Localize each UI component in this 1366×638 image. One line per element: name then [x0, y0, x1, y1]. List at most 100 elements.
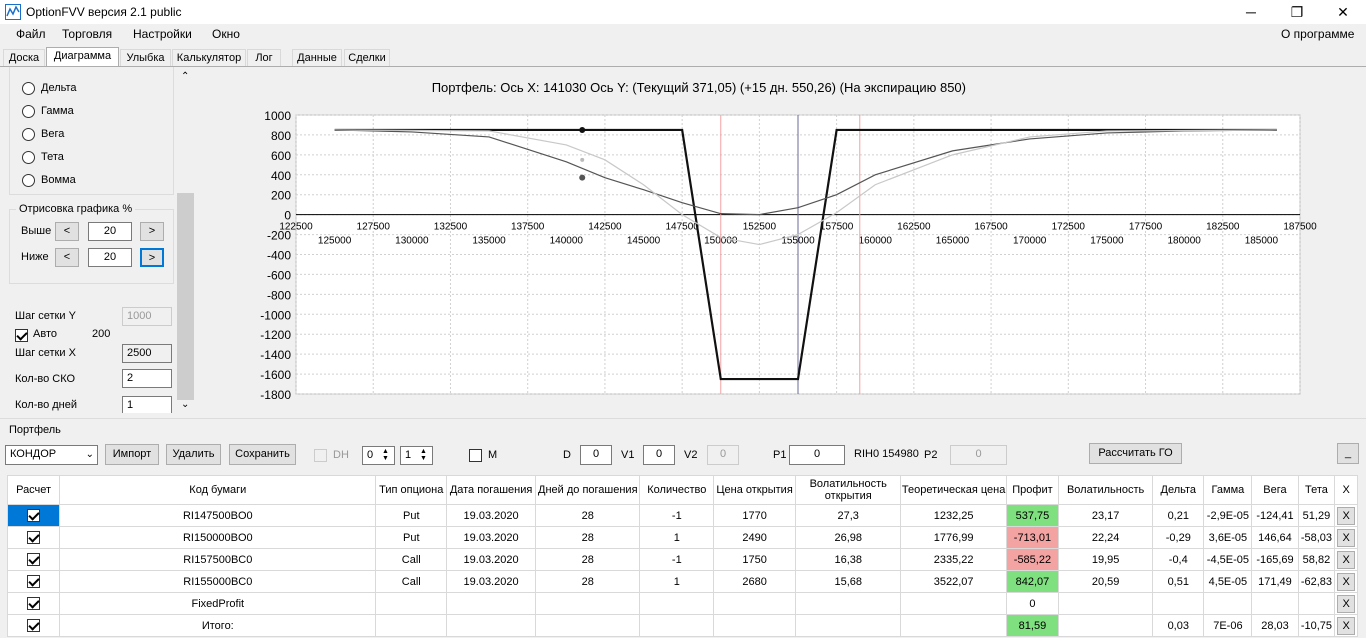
- qty-cell[interactable]: [639, 592, 715, 615]
- calculate-go-button[interactable]: Рассчитать ГО: [1089, 443, 1182, 464]
- tab-board[interactable]: Доска: [3, 49, 45, 67]
- days-cell[interactable]: 28: [535, 570, 641, 593]
- m-checkbox[interactable]: [469, 449, 482, 462]
- grid-y-input[interactable]: 1000: [122, 307, 172, 326]
- minimize-button[interactable]: ─: [1228, 0, 1274, 24]
- theo-cell[interactable]: 1776,99: [900, 526, 1007, 549]
- theta-cell[interactable]: -10,75: [1297, 614, 1336, 637]
- collapse-button[interactable]: _: [1337, 443, 1359, 464]
- radio-circle[interactable]: [22, 82, 35, 95]
- spin2-input[interactable]: 1: [400, 446, 433, 465]
- delta-cell[interactable]: 0,51: [1152, 570, 1205, 593]
- theo-cell[interactable]: [900, 614, 1007, 637]
- qty-cell[interactable]: 1: [639, 570, 715, 593]
- vega-cell[interactable]: -165,69: [1251, 548, 1299, 571]
- radio-circle[interactable]: [22, 151, 35, 164]
- vol-open-cell[interactable]: 27,3: [795, 504, 902, 527]
- price-cell[interactable]: [713, 592, 797, 615]
- col-header[interactable]: Тип опциона: [375, 475, 448, 505]
- delta-cell[interactable]: [1152, 592, 1205, 615]
- profit-cell[interactable]: 81,59: [1005, 614, 1060, 637]
- col-header[interactable]: Расчет: [6, 475, 61, 505]
- date-cell[interactable]: [446, 614, 537, 637]
- col-header[interactable]: X: [1334, 475, 1358, 505]
- close-button[interactable]: ✕: [1320, 0, 1366, 24]
- theta-cell[interactable]: -62,83: [1297, 570, 1336, 593]
- gamma-cell[interactable]: 3,6E-05: [1203, 526, 1253, 549]
- scroll-down-icon[interactable]: ⌄: [181, 399, 189, 410]
- date-cell[interactable]: 19.03.2020: [446, 504, 537, 527]
- remove-row-button[interactable]: X: [1337, 506, 1356, 525]
- table-row[interactable]: RI147500BO0 Put 19.03.2020 28 -1 1770 27,3 1232…: [6, 504, 1358, 527]
- above-decrease-button[interactable]: <: [55, 222, 79, 241]
- spin-updown-icon[interactable]: ▲ ▼: [382, 448, 389, 462]
- vega-cell[interactable]: -124,41: [1251, 504, 1299, 527]
- d-input[interactable]: 0: [580, 445, 612, 465]
- type-cell[interactable]: Call: [375, 570, 448, 593]
- price-cell[interactable]: [713, 614, 797, 637]
- calc-checkbox[interactable]: [27, 553, 41, 566]
- theta-cell[interactable]: 58,82: [1297, 548, 1336, 571]
- below-decrease-button[interactable]: <: [55, 248, 79, 267]
- theo-cell[interactable]: [900, 592, 1007, 615]
- col-header[interactable]: Количество: [639, 475, 715, 505]
- days-cell[interactable]: 28: [535, 548, 641, 571]
- table-row[interactable]: FixedProfit 0 X: [6, 592, 1358, 615]
- remove-row-button[interactable]: X: [1337, 550, 1356, 569]
- profit-cell[interactable]: 842,07: [1005, 570, 1060, 593]
- below-increase-button[interactable]: >: [140, 248, 164, 267]
- code-cell[interactable]: RI147500BO0: [59, 504, 377, 527]
- above-increase-button[interactable]: >: [140, 222, 164, 241]
- remove-row-button[interactable]: X: [1337, 616, 1356, 635]
- type-cell[interactable]: Call: [375, 548, 448, 571]
- v1-input[interactable]: 0: [643, 445, 675, 465]
- calc-checkbox-cell[interactable]: [6, 504, 61, 527]
- tab-deals[interactable]: Сделки: [344, 49, 390, 67]
- vol-cell[interactable]: 22,24: [1058, 526, 1154, 549]
- date-cell[interactable]: 19.03.2020: [446, 526, 537, 549]
- vol-cell[interactable]: 23,17: [1058, 504, 1154, 527]
- col-header[interactable]: Профит: [1005, 475, 1060, 505]
- vol-open-cell[interactable]: [795, 592, 902, 615]
- menu-file[interactable]: Файл: [16, 27, 46, 41]
- radio-circle[interactable]: [22, 128, 35, 141]
- import-button[interactable]: Импорт: [105, 444, 159, 465]
- code-cell[interactable]: FixedProfit: [59, 592, 377, 615]
- theta-cell[interactable]: 51,29: [1297, 504, 1336, 527]
- theta-cell[interactable]: [1297, 592, 1336, 615]
- calc-checkbox[interactable]: [27, 597, 41, 610]
- days-cell[interactable]: 28: [535, 504, 641, 527]
- table-row[interactable]: RI150000BO0 Put 19.03.2020 28 1 2490 26,98 1776…: [6, 526, 1358, 549]
- remove-row-button[interactable]: X: [1337, 528, 1356, 547]
- type-cell[interactable]: [375, 592, 448, 615]
- delta-cell[interactable]: -0,29: [1152, 526, 1205, 549]
- calc-checkbox-cell[interactable]: [6, 526, 61, 549]
- theo-cell[interactable]: 2335,22: [900, 548, 1007, 571]
- p2-input[interactable]: 0: [950, 445, 1007, 465]
- menu-about[interactable]: О программе: [1281, 27, 1354, 41]
- vol-cell[interactable]: 19,95: [1058, 548, 1154, 571]
- gamma-cell[interactable]: -4,5E-05: [1203, 548, 1253, 571]
- code-cell[interactable]: RI155000BC0: [59, 570, 377, 593]
- gamma-cell[interactable]: [1203, 592, 1253, 615]
- vol-cell[interactable]: [1058, 592, 1154, 615]
- spin1-input[interactable]: 0: [362, 446, 395, 465]
- delta-cell[interactable]: -0,4: [1152, 548, 1205, 571]
- calc-checkbox[interactable]: [27, 575, 41, 588]
- profit-cell[interactable]: 0: [1005, 592, 1060, 615]
- vol-cell[interactable]: 20,59: [1058, 570, 1154, 593]
- vol-open-cell[interactable]: 15,68: [795, 570, 902, 593]
- qty-cell[interactable]: [639, 614, 715, 637]
- v2-input[interactable]: 0: [707, 445, 739, 465]
- save-button[interactable]: Сохранить: [229, 444, 296, 465]
- gamma-cell[interactable]: 4,5E-05: [1203, 570, 1253, 593]
- col-header[interactable]: Волатильность: [1058, 475, 1154, 505]
- theta-cell[interactable]: -58,03: [1297, 526, 1336, 549]
- radio-circle[interactable]: [22, 105, 35, 118]
- table-row[interactable]: RI157500BC0 Call 19.03.2020 28 -1 1750 16,38 23…: [6, 548, 1358, 571]
- menu-settings[interactable]: Настройки: [133, 27, 192, 41]
- price-cell[interactable]: 1750: [713, 548, 797, 571]
- sko-input[interactable]: 2: [122, 369, 172, 388]
- maximize-button[interactable]: ❐: [1274, 0, 1320, 24]
- col-header[interactable]: Код бумаги: [59, 475, 377, 505]
